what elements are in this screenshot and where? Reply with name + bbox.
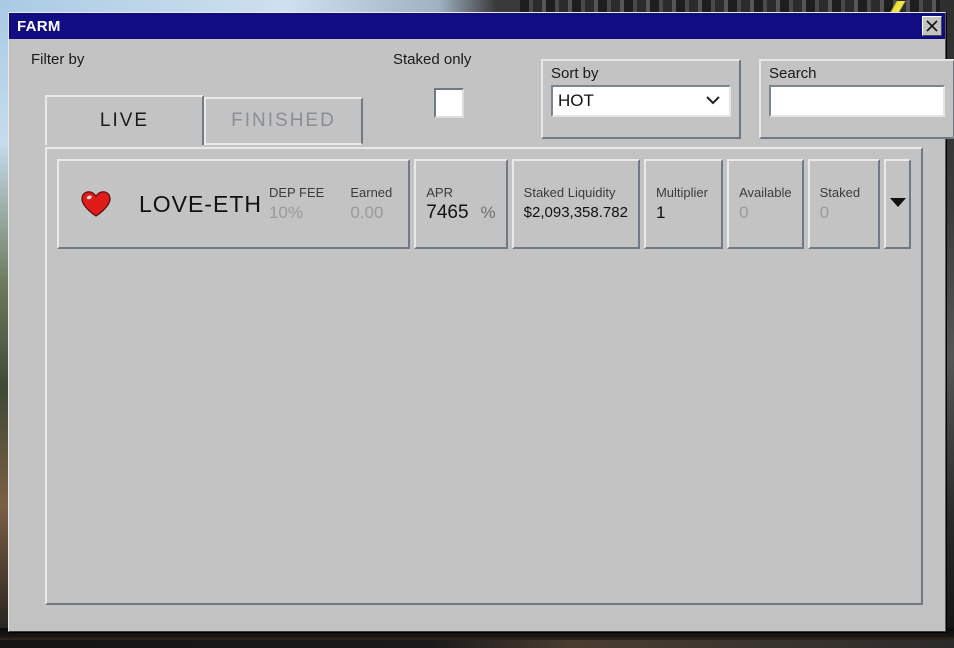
apr-label: APR bbox=[426, 185, 453, 200]
search-group: Search bbox=[759, 59, 954, 139]
sort-by-select[interactable]: HOT bbox=[551, 85, 731, 117]
table-row[interactable]: LOVE-ETH DEP FEE 10% Earned 0.00 APR 746… bbox=[57, 159, 911, 249]
staked-label: Staked bbox=[819, 185, 861, 200]
farm-pair-cell[interactable]: LOVE-ETH DEP FEE 10% Earned 0.00 bbox=[57, 159, 411, 249]
farm-liquidity-cell: Staked Liquidity $2,093,358.782 bbox=[511, 159, 640, 249]
close-button[interactable] bbox=[922, 16, 942, 36]
multiplier-value: 1 bbox=[655, 203, 666, 222]
apr-unit: % bbox=[480, 203, 496, 222]
staked-only-checkbox[interactable] bbox=[434, 88, 464, 118]
liquidity-value: $2,093,358.782 bbox=[523, 204, 628, 221]
background-bottom-edge bbox=[0, 640, 954, 648]
desktop-background: FARM Filter by LIVE FINISHED Staked only… bbox=[0, 0, 954, 648]
close-x-icon bbox=[925, 19, 939, 33]
farm-multiplier-cell: Multiplier 1 bbox=[643, 159, 724, 249]
row-expand-button[interactable] bbox=[884, 159, 911, 249]
tab-live[interactable]: LIVE bbox=[45, 95, 204, 145]
tab-live-label: LIVE bbox=[99, 110, 150, 131]
earned-stat: Earned 0.00 bbox=[350, 184, 392, 224]
earned-value: 0.00 bbox=[350, 203, 384, 222]
window-body: Filter by LIVE FINISHED Staked only Sort… bbox=[9, 39, 954, 631]
dep-fee-value: 10% bbox=[268, 203, 303, 222]
available-label: Available bbox=[739, 185, 792, 200]
liquidity-label: Staked Liquidity bbox=[523, 185, 616, 200]
farm-staked-cell: Staked 0 bbox=[807, 159, 881, 249]
staked-value: 0 bbox=[819, 203, 830, 222]
caret-down-icon bbox=[888, 195, 908, 213]
multiplier-label: Multiplier bbox=[655, 185, 708, 200]
search-legend: Search bbox=[769, 65, 817, 82]
controls-bar: Filter by LIVE FINISHED Staked only Sort… bbox=[23, 51, 954, 147]
farm-apr-cell: APR 7465 % bbox=[414, 159, 508, 249]
apr-value: 7465 bbox=[426, 202, 469, 223]
search-input[interactable] bbox=[769, 85, 945, 117]
farm-list-panel: LOVE-ETH DEP FEE 10% Earned 0.00 APR 746… bbox=[45, 147, 923, 605]
farm-inline-stats: DEP FEE 10% Earned 0.00 bbox=[269, 184, 398, 224]
chevron-down-icon bbox=[705, 92, 721, 110]
background-yellow-object bbox=[880, 1, 916, 12]
window-title: FARM bbox=[17, 17, 61, 35]
farm-pair-name: LOVE-ETH bbox=[139, 190, 263, 217]
tab-finished-label: FINISHED bbox=[231, 110, 336, 131]
filter-tabs: LIVE FINISHED bbox=[45, 95, 363, 145]
filter-by-label: Filter by bbox=[31, 51, 85, 68]
sort-by-value: HOT bbox=[558, 91, 594, 110]
available-value: 0 bbox=[739, 203, 749, 222]
sort-by-group: Sort by HOT bbox=[541, 59, 741, 139]
heart-icon[interactable] bbox=[81, 191, 111, 217]
tab-finished[interactable]: FINISHED bbox=[204, 97, 363, 145]
farm-available-cell: Available 0 bbox=[727, 159, 804, 249]
sort-by-legend: Sort by bbox=[551, 65, 599, 82]
farm-window: FARM Filter by LIVE FINISHED Staked only… bbox=[8, 12, 954, 632]
staked-only-label: Staked only bbox=[393, 51, 472, 68]
dep-fee-stat: DEP FEE 10% bbox=[269, 184, 324, 224]
dep-fee-label: DEP FEE bbox=[268, 185, 325, 200]
earned-label: Earned bbox=[350, 185, 393, 200]
window-titlebar[interactable]: FARM bbox=[9, 13, 945, 39]
